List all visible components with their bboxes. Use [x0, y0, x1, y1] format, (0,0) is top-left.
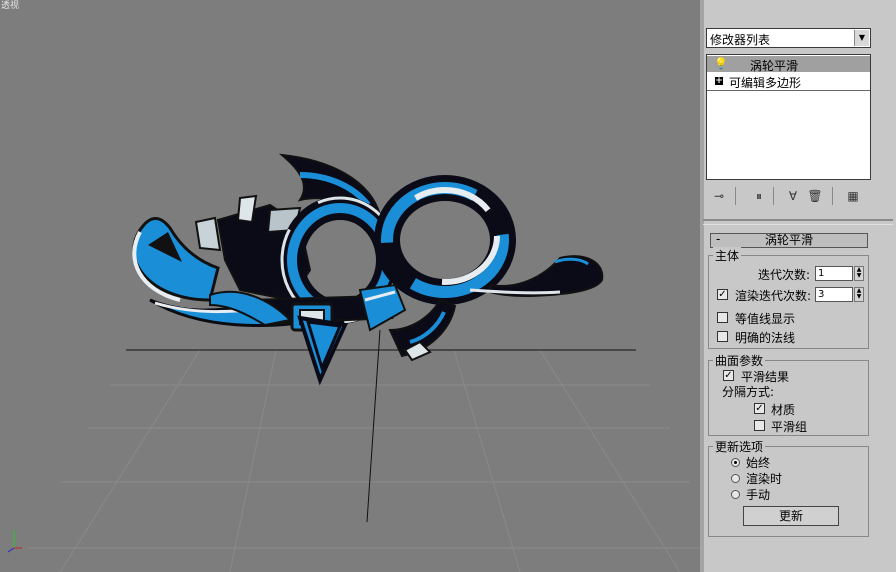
iterations-label: 迭代次数: [758, 268, 811, 282]
materials-label: 材质 [771, 403, 796, 417]
lightbulb-icon[interactable]: 💡 [714, 57, 728, 70]
separate-by-label: 分隔方式: [722, 385, 775, 399]
update-group-title: 更新选项 [713, 438, 766, 455]
iterations-spinner[interactable]: ▲ ▼ [854, 266, 864, 281]
explicit-normals-label: 明确的法线 [735, 331, 796, 345]
modifier-list-dropdown[interactable]: 修改器列表 ▼ [706, 28, 871, 48]
iterations-input[interactable]: 1 [815, 266, 853, 281]
collapse-minus-icon[interactable]: - [716, 233, 720, 246]
smoothing-groups-checkbox[interactable] [754, 420, 765, 431]
manually-label: 手动 [746, 488, 771, 502]
render-iterations-spinner[interactable]: ▲ ▼ [854, 287, 864, 302]
explicit-normals-checkbox[interactable] [717, 331, 728, 342]
show-end-result-icon[interactable]: ⏸ [750, 187, 768, 205]
scene-canvas [28, 153, 700, 572]
rollout-title: 涡轮平滑 [764, 233, 813, 247]
grid-axis-y [366, 329, 381, 523]
stack-item-label: 可编辑多边形 [729, 76, 802, 90]
materials-checkbox[interactable]: ✓ [754, 403, 765, 414]
update-button[interactable]: 更新 [743, 506, 839, 526]
always-radio[interactable] [731, 458, 740, 467]
when-rendering-label: 渲染时 [746, 472, 783, 486]
perspective-viewport[interactable]: 透视 [0, 0, 700, 572]
make-unique-icon[interactable]: ∀ [784, 187, 802, 205]
manually-radio[interactable] [731, 490, 740, 499]
axis-tripod [7, 530, 22, 553]
stack-item-turbosmooth[interactable]: 💡 涡轮平滑 [707, 56, 870, 73]
modifier-stack[interactable]: 💡 涡轮平滑 + 可编辑多边形 [706, 54, 871, 180]
surface-group-title: 曲面参数 [713, 352, 766, 369]
render-iterations-checkbox[interactable]: ✓ [717, 289, 728, 300]
ground-grid [28, 349, 700, 572]
modifier-list-label: 修改器列表 [710, 33, 771, 47]
always-label: 始终 [746, 456, 771, 470]
stack-item-editable-poly[interactable]: + 可编辑多边形 [707, 73, 870, 90]
configure-sets-icon[interactable]: ▦ [844, 187, 862, 205]
rollout-header[interactable]: - 涡轮平滑 [710, 233, 868, 248]
isoline-display-checkbox[interactable] [717, 312, 728, 323]
expand-plus-icon[interactable]: + [715, 77, 723, 86]
chevron-down-icon[interactable]: ▼ [854, 30, 869, 46]
isoline-display-label: 等值线显示 [735, 312, 796, 326]
3d-model[interactable] [132, 153, 604, 386]
stack-item-label: 涡轮平滑 [750, 59, 799, 73]
remove-modifier-icon[interactable]: 🗑 [806, 187, 824, 205]
smooth-result-checkbox[interactable]: ✓ [723, 370, 734, 381]
main-group-title: 主体 [713, 247, 742, 264]
smoothing-groups-label: 平滑组 [771, 420, 808, 434]
render-iterations-input[interactable]: 3 [815, 287, 853, 302]
render-iterations-label: 渲染迭代次数: [735, 289, 812, 303]
stack-toolbar: ⊸ ⏸ ∀ 🗑 ▦ [706, 184, 871, 208]
pin-stack-icon[interactable]: ⊸ [710, 187, 728, 205]
when-rendering-radio[interactable] [731, 474, 740, 483]
